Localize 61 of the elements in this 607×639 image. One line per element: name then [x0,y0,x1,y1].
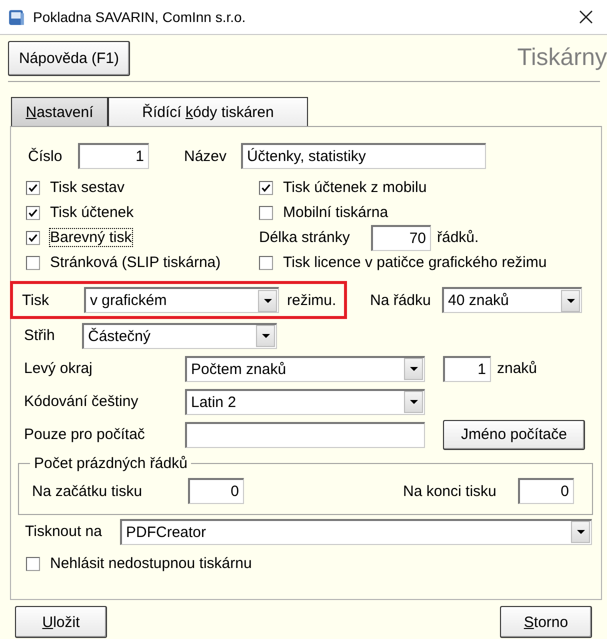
start-lines-field[interactable]: 0 [188,478,244,504]
left-margin-dropdown[interactable]: Počtem znaků [185,356,425,382]
page-title: Tiskárny [517,44,607,72]
page-length-label: Délka stránky [259,229,351,246]
number-field[interactable]: 1 [78,143,149,169]
checkbox-label[interactable]: Stránková (SLIP tiskárna) [49,253,222,272]
encoding-label: Kódování češtiny [24,393,140,410]
caret-icon [566,298,574,302]
print-mode-label: Tisk [22,292,50,308]
dialog-button[interactable]: Storno [500,606,592,638]
per-line-label: Na řádku [370,292,432,308]
name-field[interactable]: Účtenky, statistiky [241,143,486,169]
help-button[interactable]: Nápověda (F1) [8,40,130,76]
per-line-dropdown[interactable]: 40 znaků [442,287,582,313]
end-label: Na konci tisku [403,482,498,500]
checkbox[interactable] [26,230,40,244]
end-lines-field[interactable]: 0 [518,478,574,504]
caret-icon [262,334,270,338]
caret-icon [410,367,418,371]
checkbox[interactable] [26,556,40,570]
printer-dropdown[interactable]: PDFCreator [120,518,592,544]
number-label: Číslo [28,148,64,164]
encoding-dropdown[interactable]: Latin 2 [185,388,425,414]
computer-field[interactable] [185,422,425,448]
checkbox[interactable] [26,206,40,220]
computer-name-button[interactable]: Jméno počítače [443,420,585,450]
caret-icon [410,400,418,404]
caret-icon [576,530,584,534]
start-label: Na začátku tisku [32,482,144,500]
page-length-field[interactable]: 70 [371,224,431,250]
unit-label: znaků [497,360,538,377]
caret-icon [264,298,272,302]
checkbox-label[interactable]: Tisk účtenek z mobilu [282,178,428,197]
tab[interactable]: Nastavení [11,97,108,126]
checkbox[interactable] [259,180,273,194]
tab[interactable]: Řídící kódy tiskáren [108,97,308,126]
checkbox-label[interactable]: Tisk sestav [49,178,126,197]
name-label: Název [184,148,228,164]
app-icon [8,8,25,26]
checkbox-label[interactable]: Nehlásit nedostupnou tiskárnu [49,554,253,573]
cut-label: Střih [24,327,56,344]
checkbox-label[interactable]: Mobilní tiskárna [282,203,390,222]
checkbox-label[interactable]: Tisk licence v patičce grafického režimu [282,253,548,272]
unit-label: řádků. [437,229,479,246]
checkbox-label[interactable]: Tisk účtenek [49,203,135,222]
checkbox[interactable] [26,256,40,270]
close-icon[interactable] [579,10,593,24]
margin-count-field[interactable]: 1 [443,356,491,382]
checkbox-label[interactable]: Barevný tisk [49,228,133,247]
group-title: Počet prázdných řádků [33,455,188,472]
computer-only-label: Pouze pro počítač [24,426,146,443]
print-to-label: Tisknout na [25,523,103,540]
print-mode-dropdown[interactable]: v grafickém [84,287,279,313]
window-title: Pokladna SAVARIN, ComInn s.r.o. [33,9,246,25]
left-margin-label: Levý okraj [24,360,94,377]
checkbox[interactable] [259,206,273,220]
checkbox[interactable] [26,180,40,194]
dialog-button[interactable]: Uložit [15,606,107,638]
cut-dropdown[interactable]: Částečný [82,322,277,348]
mode-suffix-label: režimu. [287,292,336,308]
checkbox[interactable] [259,256,273,270]
